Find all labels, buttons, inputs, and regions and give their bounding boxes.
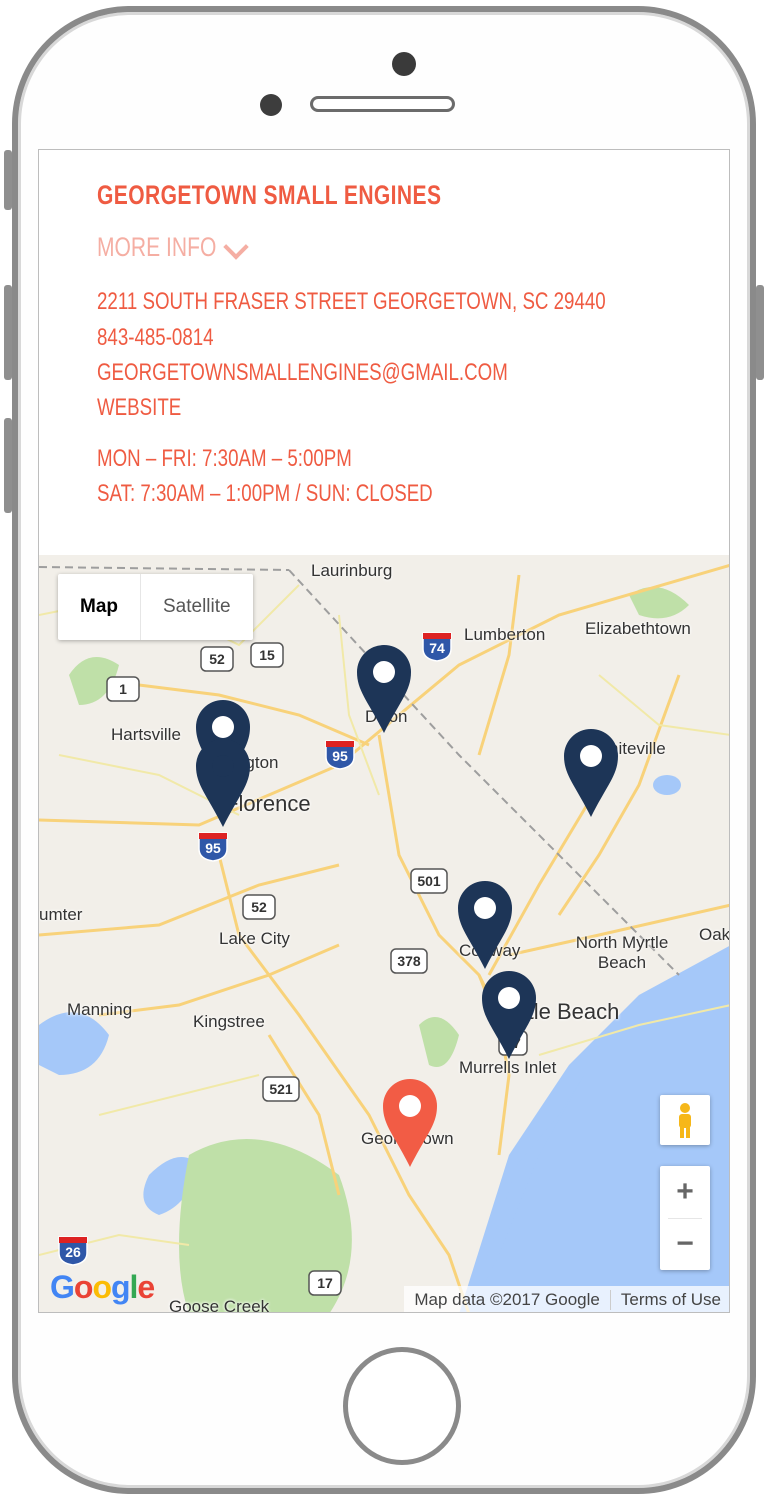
- zoom-divider: [668, 1218, 702, 1219]
- street-view-pegman[interactable]: [660, 1095, 710, 1145]
- map-marker[interactable]: [564, 729, 618, 817]
- map-attribution: Map data ©2017 Google Terms of Use: [404, 1286, 729, 1312]
- map-marker[interactable]: [196, 739, 250, 827]
- volume-up-button: [4, 285, 12, 380]
- store-email-link[interactable]: GEORGETOWNSMALLENGINES@GMAIL.COM: [97, 359, 508, 387]
- map-marker[interactable]: [458, 881, 512, 969]
- google-logo[interactable]: Google: [50, 1269, 155, 1306]
- map-marker-selected[interactable]: [383, 1079, 437, 1167]
- store-website-link[interactable]: WEBSITE: [97, 394, 181, 422]
- map-marker[interactable]: [482, 971, 536, 1059]
- map-type-map-button[interactable]: Map: [58, 574, 141, 640]
- more-info-label: MORE INFO: [97, 232, 217, 262]
- map-type-satellite-button[interactable]: Satellite: [141, 574, 253, 640]
- store-hours-weekday: MON – FRI: 7:30AM – 5:00PM: [97, 445, 352, 472]
- power-button: [756, 285, 764, 380]
- terms-of-use-link[interactable]: Terms of Use: [611, 1286, 729, 1312]
- map-type-control: Map Satellite: [58, 574, 253, 640]
- zoom-in-button[interactable]: +: [660, 1166, 710, 1218]
- proximity-sensor: [260, 94, 282, 116]
- store-hours-weekend: SAT: 7:30AM – 1:00PM / SUN: CLOSED: [97, 480, 433, 507]
- home-button[interactable]: [343, 1347, 461, 1465]
- store-phone-link[interactable]: 843-485-0814: [97, 324, 214, 352]
- map-data-label: Map data ©2017 Google: [414, 1290, 600, 1309]
- earpiece-speaker: [310, 96, 455, 112]
- map-view[interactable]: Laurinburg Lumberton Elizabethtown Harts…: [39, 555, 729, 1312]
- pegman-icon: [679, 1103, 691, 1138]
- store-address: 2211 SOUTH FRASER STREET GEORGETOWN, SC …: [97, 288, 606, 315]
- markers-layer: [196, 645, 618, 1167]
- zoom-out-button[interactable]: −: [660, 1218, 710, 1270]
- map-marker[interactable]: [357, 645, 411, 733]
- phone-screen: GEORGETOWN SMALL ENGINES MORE INFO 2211 …: [38, 149, 730, 1313]
- store-name: GEORGETOWN SMALL ENGINES: [97, 180, 442, 210]
- mute-switch: [4, 150, 12, 210]
- front-camera: [392, 52, 416, 76]
- volume-down-button: [4, 418, 12, 513]
- zoom-control: + −: [660, 1166, 710, 1270]
